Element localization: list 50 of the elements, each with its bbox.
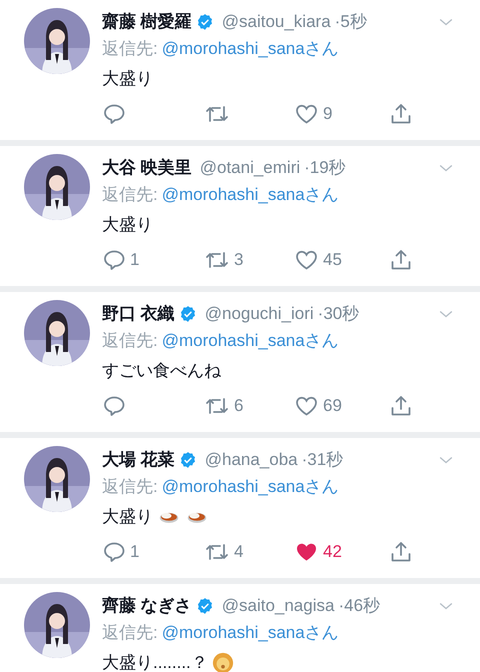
timestamp: ·31秒 bbox=[302, 449, 344, 472]
mention-link[interactable]: @morohashi_sanaさん bbox=[162, 620, 339, 646]
reply-icon[interactable] bbox=[102, 102, 126, 126]
tweet-text: 大盛り bbox=[102, 506, 153, 528]
mention-link[interactable]: @morohashi_sanaさん bbox=[162, 474, 339, 500]
action-count: 1 bbox=[130, 541, 140, 564]
user-name[interactable]: 野口 衣織 bbox=[102, 301, 175, 327]
share-icon[interactable] bbox=[389, 540, 413, 564]
user-handle[interactable]: @otani_emiri bbox=[200, 155, 300, 181]
user-handle[interactable]: @hana_oba bbox=[204, 447, 298, 473]
user-handle[interactable]: @noguchi_iori bbox=[204, 301, 314, 327]
user-name[interactable]: 齊藤 なぎさ bbox=[102, 593, 192, 619]
timestamp: ·46秒 bbox=[338, 595, 380, 618]
action-count: 3 bbox=[234, 249, 244, 272]
tweet-text: 大盛り........？ bbox=[102, 652, 208, 672]
user-name[interactable]: 大谷 映美里 bbox=[102, 155, 192, 181]
user-handle[interactable]: @saito_nagisa bbox=[222, 593, 334, 619]
reply-label: 返信先: bbox=[102, 184, 158, 206]
action-count: 42 bbox=[323, 541, 342, 564]
action-count: 9 bbox=[323, 103, 332, 126]
reply-icon[interactable] bbox=[102, 394, 126, 418]
action-count: 69 bbox=[323, 395, 342, 418]
heart-icon[interactable] bbox=[294, 102, 319, 126]
action-count: 4 bbox=[234, 541, 244, 564]
action-count: 1 bbox=[130, 249, 140, 272]
reply-label: 返信先: bbox=[102, 622, 158, 644]
share-icon[interactable] bbox=[389, 102, 413, 126]
tweet-text: 大盛り bbox=[102, 68, 153, 90]
reply-label: 返信先: bbox=[102, 476, 158, 498]
user-handle[interactable]: @saitou_kiara bbox=[222, 9, 331, 35]
user-name[interactable]: 齋藤 樹愛羅 bbox=[102, 9, 192, 35]
tweet-text: すごい食べんね bbox=[102, 360, 221, 382]
reply-icon[interactable] bbox=[102, 248, 126, 272]
share-icon[interactable] bbox=[389, 248, 413, 272]
mention-link[interactable]: @morohashi_sanaさん bbox=[162, 328, 339, 354]
reply-label: 返信先: bbox=[102, 330, 158, 352]
action-count: 45 bbox=[323, 249, 342, 272]
user-name[interactable]: 大場 花菜 bbox=[102, 447, 175, 473]
reply-icon[interactable] bbox=[102, 540, 126, 564]
share-icon[interactable] bbox=[389, 394, 413, 418]
tweet-text: 大盛り bbox=[102, 214, 153, 236]
heart-icon[interactable] bbox=[294, 248, 319, 272]
heart-icon[interactable] bbox=[294, 394, 319, 418]
mention-link[interactable]: @morohashi_sanaさん bbox=[162, 36, 339, 62]
timestamp: ·30秒 bbox=[318, 303, 360, 326]
timestamp: ·5秒 bbox=[334, 11, 367, 34]
action-count: 6 bbox=[234, 395, 244, 418]
mention-link[interactable]: @morohashi_sanaさん bbox=[162, 182, 339, 208]
reply-label: 返信先: bbox=[102, 38, 158, 60]
timestamp: ·19秒 bbox=[304, 157, 346, 180]
